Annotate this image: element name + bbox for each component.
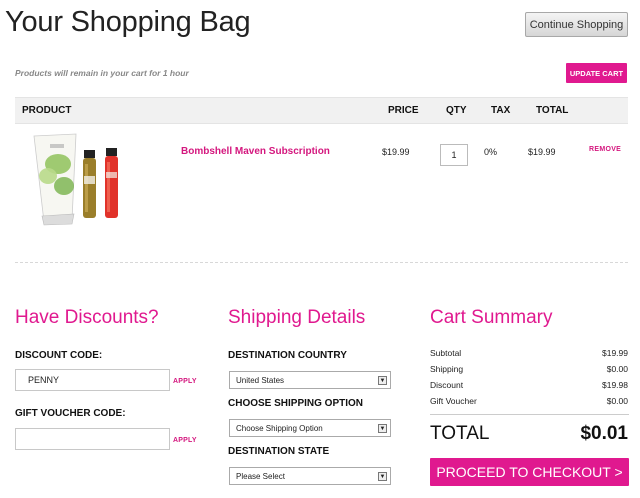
summary-label-discount: Discount	[430, 380, 464, 390]
proceed-to-checkout-button[interactable]: PROCEED TO CHECKOUT >	[430, 458, 629, 486]
summary-value-discount: $19.98	[602, 380, 628, 390]
section-divider	[15, 262, 628, 263]
item-total: $19.99	[528, 147, 556, 157]
destination-state-label: DESTINATION STATE	[228, 446, 330, 457]
chevron-down-icon: ▼	[378, 376, 387, 385]
update-cart-button[interactable]: UPDATE CART	[566, 63, 627, 83]
cart-summary-heading: Cart Summary	[430, 307, 553, 328]
summary-divider	[430, 414, 629, 415]
shipping-heading: Shipping Details	[228, 307, 366, 328]
shipping-option-label: CHOOSE SHIPPING OPTION	[228, 398, 364, 409]
apply-voucher-link[interactable]: APPLY	[173, 437, 197, 444]
summary-value-shipping: $0.00	[606, 364, 628, 374]
column-header-qty: QTY	[446, 105, 467, 116]
chevron-down-icon: ▼	[378, 472, 387, 481]
discount-code-input[interactable]: PENNY	[15, 369, 170, 391]
remove-item-link[interactable]: REMOVE	[589, 146, 621, 153]
column-header-total: TOTAL	[536, 105, 569, 116]
gift-voucher-label: GIFT VOUCHER CODE:	[15, 408, 126, 419]
item-tax: 0%	[484, 147, 498, 157]
destination-country-value: United States	[236, 375, 285, 385]
summary-label-subtotal: Subtotal	[430, 348, 462, 358]
shipping-option-select[interactable]: Choose Shipping Option ▼	[229, 419, 391, 437]
shipping-option-value: Choose Shipping Option	[236, 423, 323, 433]
gift-voucher-input[interactable]	[15, 428, 170, 450]
destination-country-label: DESTINATION COUNTRY	[228, 350, 347, 361]
continue-shopping-button[interactable]: Continue Shopping	[525, 12, 628, 37]
summary-label-gift-voucher: Gift Voucher	[430, 396, 477, 406]
total-label: TOTAL	[430, 423, 490, 444]
product-name-link[interactable]: Bombshell Maven Subscription	[181, 146, 330, 157]
column-header-product: PRODUCT	[22, 105, 72, 116]
destination-state-value: Please Select	[236, 471, 285, 481]
item-price: $19.99	[382, 147, 410, 157]
summary-value-subtotal: $19.99	[602, 348, 628, 358]
destination-country-select[interactable]: United States ▼	[229, 371, 391, 389]
discount-code-label: DISCOUNT CODE:	[15, 350, 103, 361]
destination-state-select[interactable]: Please Select ▼	[229, 467, 391, 485]
column-header-price: PRICE	[388, 105, 419, 116]
quantity-input[interactable]: 1	[440, 144, 468, 166]
summary-value-gift-voucher: $0.00	[606, 396, 628, 406]
chevron-down-icon: ▼	[378, 424, 387, 433]
cart-hold-note: Products will remain in your cart for 1 …	[15, 68, 189, 78]
discounts-heading: Have Discounts?	[15, 307, 159, 328]
total-value: $0.01	[580, 423, 628, 444]
column-header-tax: TAX	[491, 105, 511, 116]
summary-label-shipping: Shipping	[430, 364, 464, 374]
page-title: Your Shopping Bag	[5, 6, 251, 38]
product-image[interactable]	[28, 128, 128, 226]
apply-discount-link[interactable]: APPLY	[173, 378, 197, 385]
